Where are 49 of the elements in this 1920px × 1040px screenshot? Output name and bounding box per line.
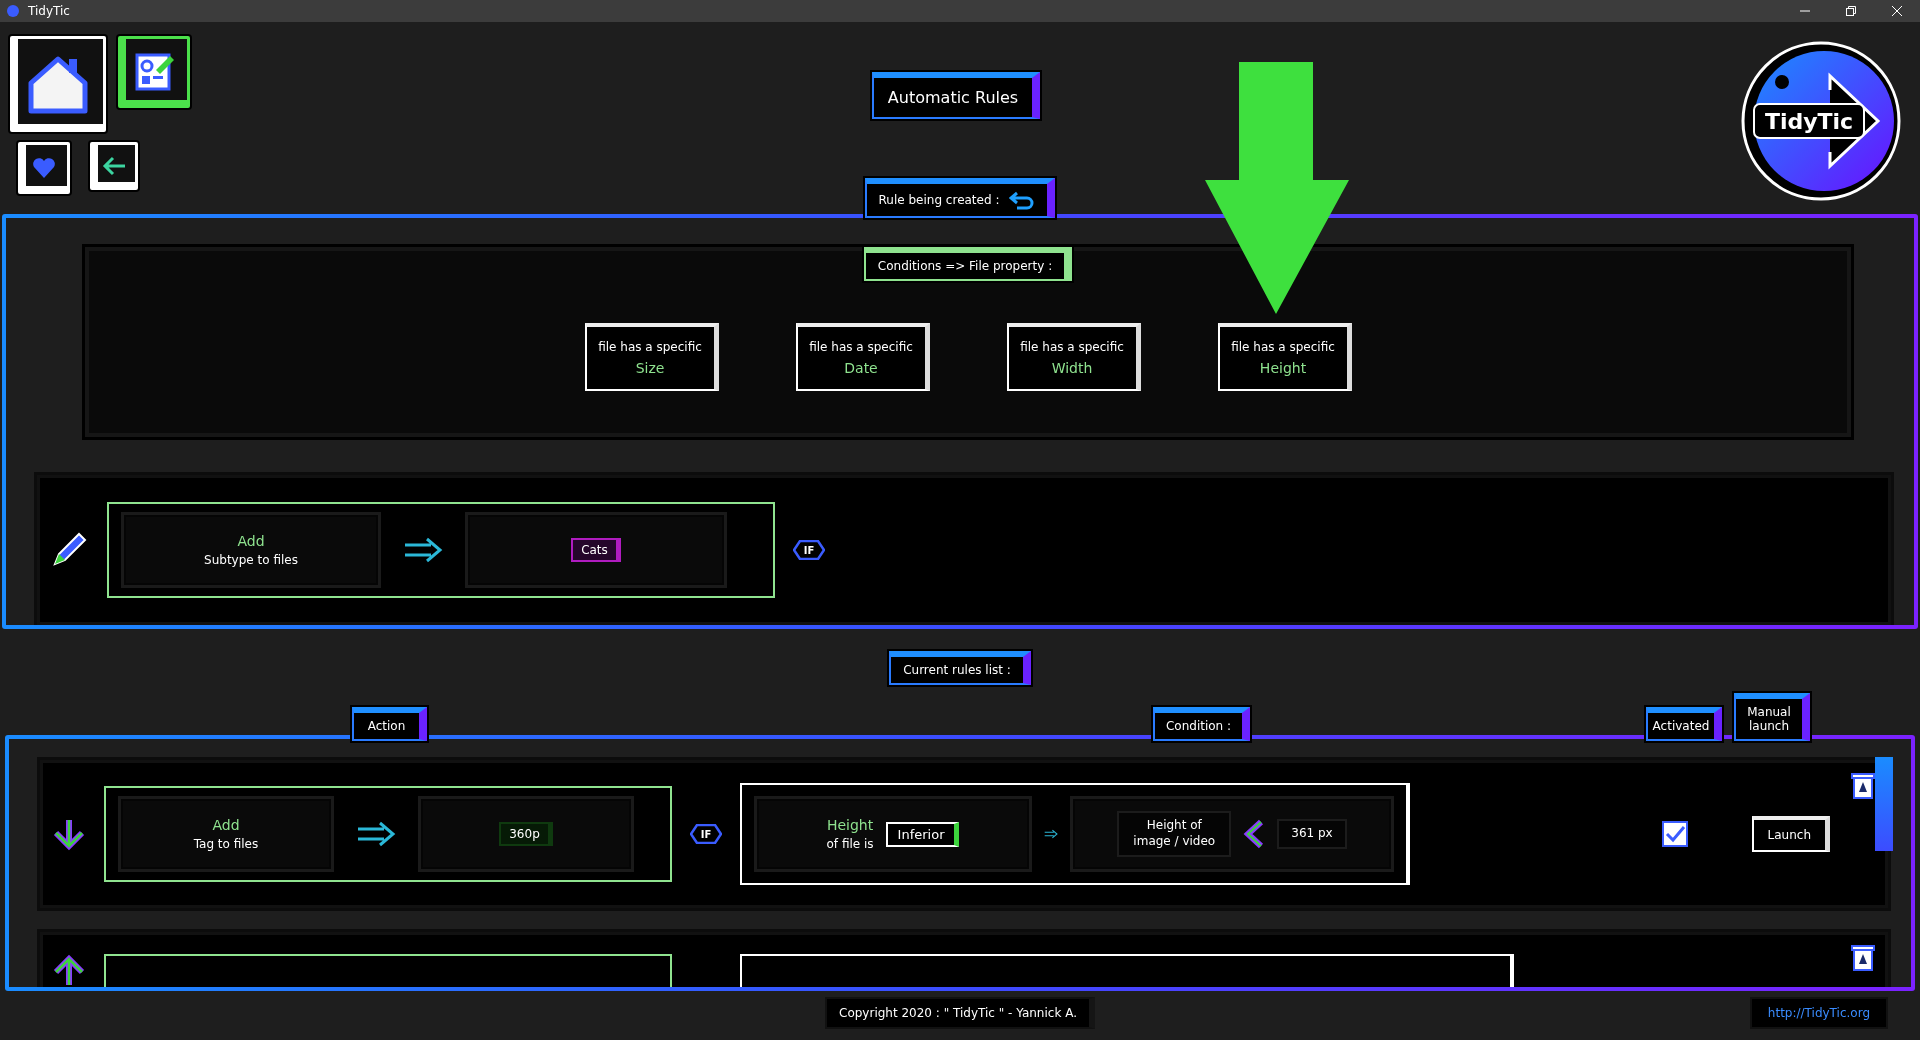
tag-chip: 360p xyxy=(499,822,553,846)
column-header: Activated xyxy=(1646,707,1722,741)
logo: TidyTic xyxy=(1740,40,1902,202)
condition-text: of file is xyxy=(826,837,874,851)
double-arrow-icon xyxy=(403,537,443,563)
favorites-button[interactable] xyxy=(18,142,70,194)
action-object: Tag to files xyxy=(193,837,259,851)
section-title: Current rules list : xyxy=(889,651,1031,685)
up-arrow-icon[interactable] xyxy=(52,954,86,987)
section-title: Rule being created : xyxy=(878,193,1000,207)
condition-option[interactable]: file has a specific Size xyxy=(584,323,719,391)
if-badge: IF xyxy=(690,824,722,844)
condition-option[interactable]: file has a specific Height xyxy=(1217,323,1352,391)
if-badge: IF xyxy=(793,540,825,560)
restore-icon xyxy=(1846,6,1856,16)
home-button[interactable] xyxy=(10,36,106,132)
action-verb: Add xyxy=(237,533,265,549)
value-chip: 361 px xyxy=(1277,819,1347,849)
heart-icon xyxy=(32,157,56,179)
scrollbar-thumb[interactable] xyxy=(1875,757,1893,851)
action-verb: Add xyxy=(212,817,240,833)
conditions-header: Conditions => File property : xyxy=(863,247,1073,281)
double-arrow-icon xyxy=(356,821,396,847)
checkbox[interactable] xyxy=(1661,821,1688,847)
edit-document-button[interactable] xyxy=(118,36,190,108)
website-link[interactable]: http://TidyTic.org xyxy=(1749,997,1888,1029)
tag-chip: Cats xyxy=(571,538,621,562)
down-arrow-icon[interactable] xyxy=(52,817,86,851)
undo-icon[interactable] xyxy=(1009,190,1036,210)
copyright-text: Copyright 2020 : " TidyTic " - Yannick A. xyxy=(825,997,1095,1029)
page-title: Automatic Rules xyxy=(871,72,1041,119)
column-header: Manual launch xyxy=(1734,693,1810,741)
less-than-icon xyxy=(1243,819,1266,849)
trash-icon[interactable] xyxy=(1850,770,1876,800)
measure-chip: Height of image / video xyxy=(1117,811,1232,857)
close-icon xyxy=(1892,6,1902,16)
window-title: TidyTic xyxy=(28,4,70,18)
back-icon xyxy=(101,155,127,177)
app-icon xyxy=(6,4,20,18)
column-header: Condition : xyxy=(1153,707,1250,741)
column-header: Action xyxy=(352,707,427,741)
operator-chip: Inferior xyxy=(885,821,960,847)
condition-property: Height xyxy=(826,817,874,833)
launch-button[interactable]: Launch xyxy=(1751,816,1830,852)
back-button[interactable] xyxy=(90,142,138,190)
action-object: Subtype to files xyxy=(204,553,298,567)
trash-icon[interactable] xyxy=(1850,942,1876,972)
condition-option[interactable]: file has a specific Date xyxy=(795,323,930,391)
condition-option[interactable]: file has a specific Width xyxy=(1006,323,1141,391)
